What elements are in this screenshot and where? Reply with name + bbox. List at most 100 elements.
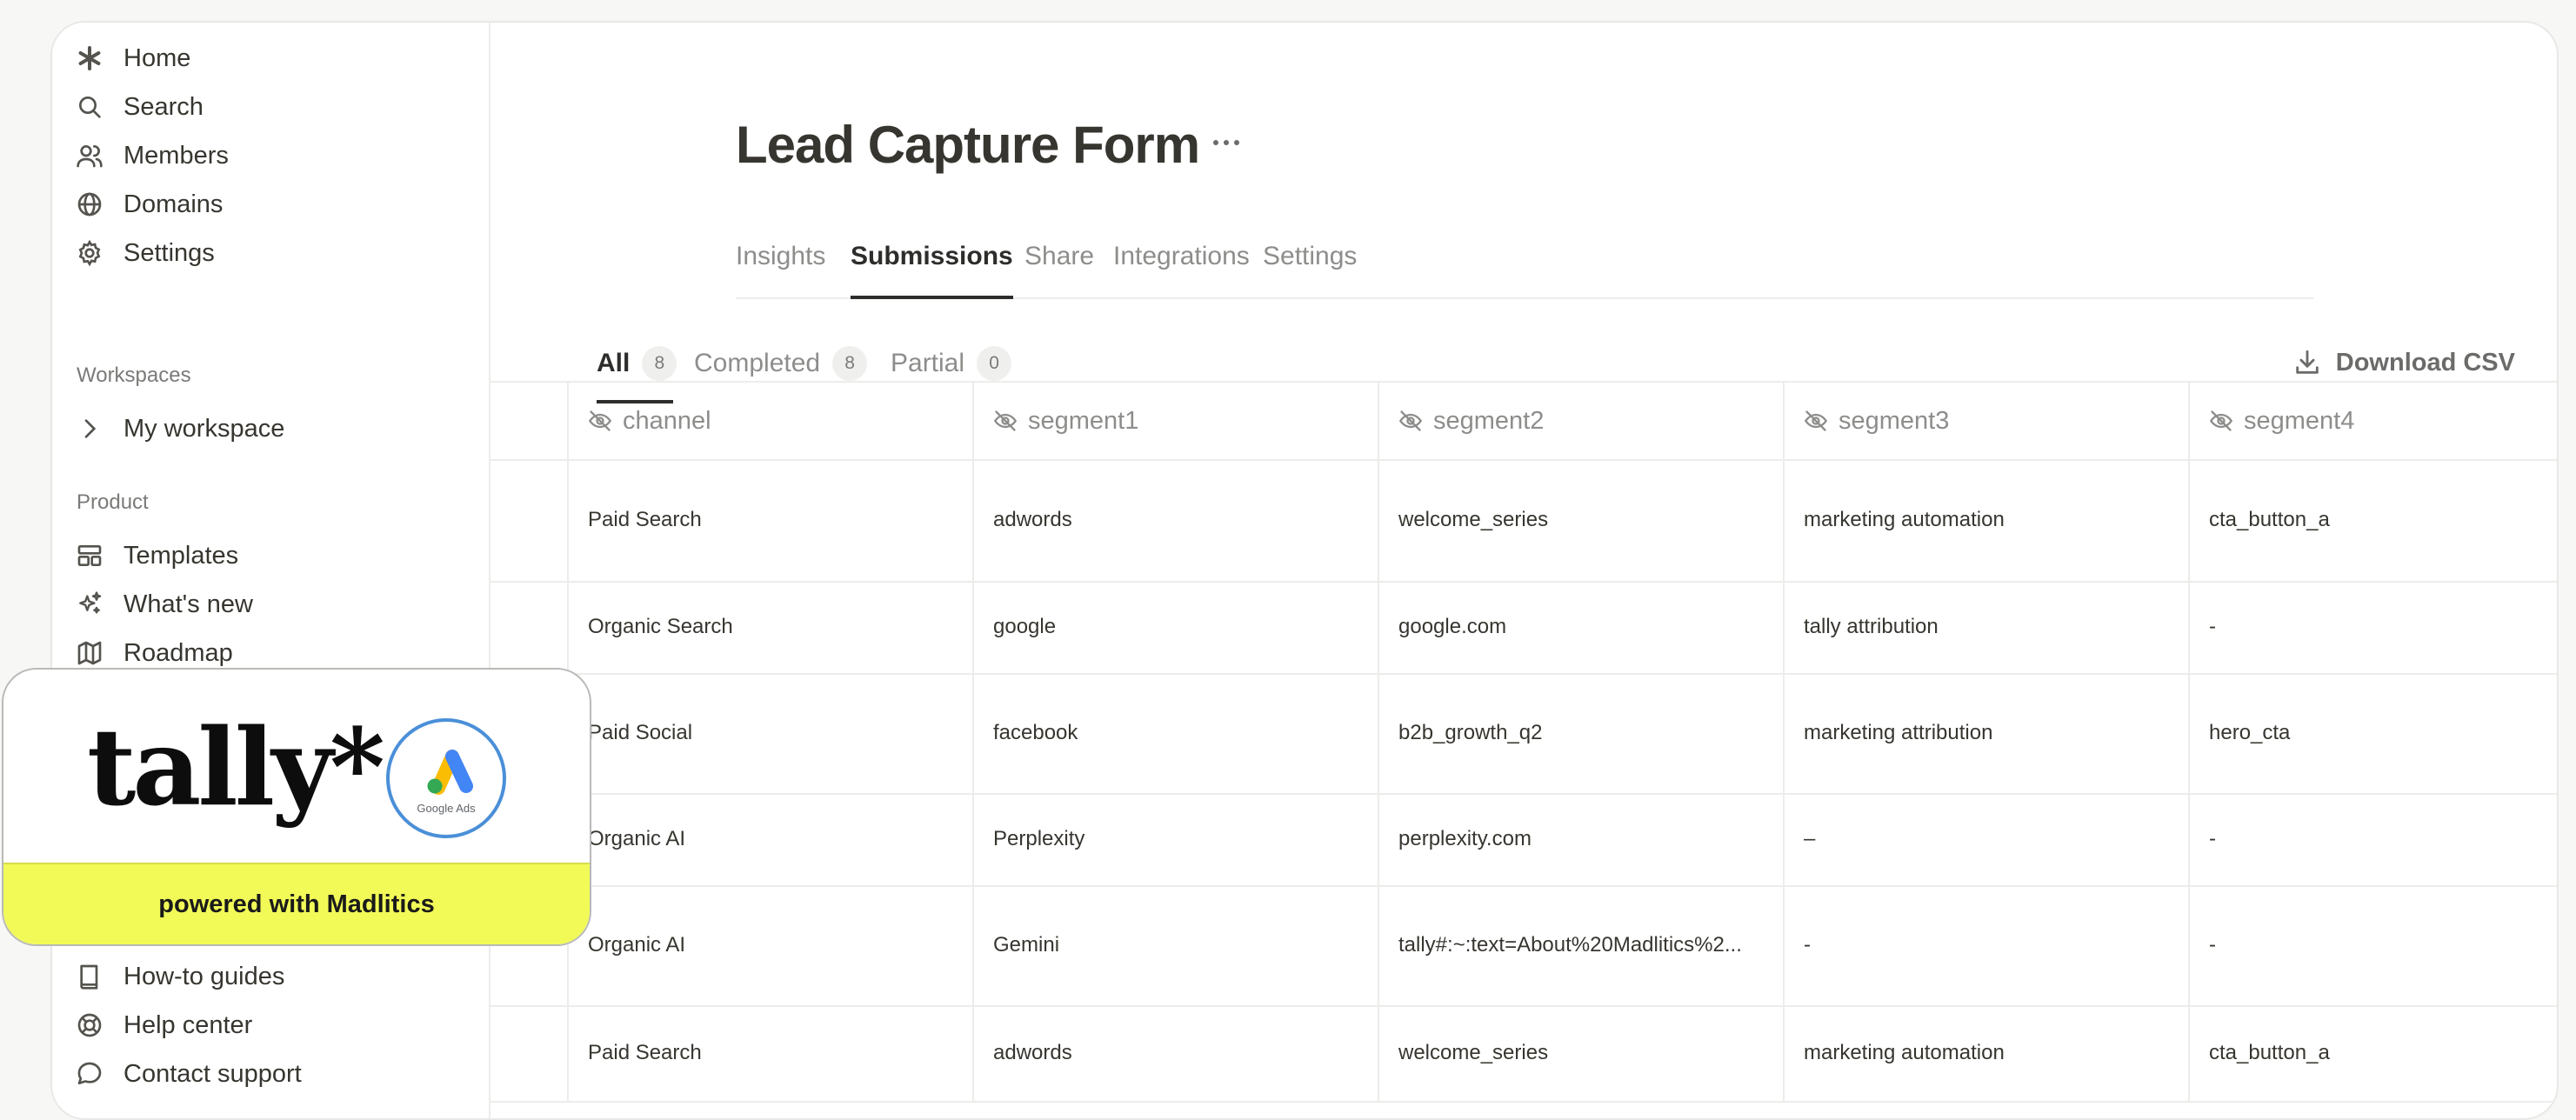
sidebar-item-label: Help center — [123, 1010, 253, 1039]
tab-integrations[interactable]: Integrations — [1113, 219, 1250, 296]
filter-tab-label: Partial — [891, 349, 965, 377]
cell-segment4[interactable]: cta_button_a — [2188, 459, 2557, 581]
cell-segment2[interactable]: b2b_growth_q2 — [1378, 673, 1783, 793]
cell-segment1[interactable]: google — [972, 581, 1378, 673]
cell-channel[interactable]: Paid Social — [567, 673, 972, 793]
sidebar-item-label: Settings — [123, 238, 215, 267]
column-header-segment4[interactable]: segment4 — [2188, 383, 2557, 459]
download-icon — [2296, 350, 2319, 374]
table-row[interactable]: Organic AI Perplexity perplexity.com – - — [491, 793, 2557, 887]
cell-channel[interactable]: Organic AI — [567, 885, 972, 1005]
workspaces-section-label: Workspaces — [77, 363, 191, 387]
cell-channel[interactable]: Paid Search — [567, 459, 972, 581]
cell-segment2[interactable]: tally#:~:text=About%20Madlitics%2... — [1378, 885, 1783, 1005]
count-badge: 0 — [977, 346, 1012, 381]
lifebuoy-icon — [75, 1010, 104, 1040]
cell-channel[interactable]: Organic AI — [567, 793, 972, 885]
sidebar-item-label: Search — [123, 92, 204, 121]
cell-segment3[interactable]: tally attribution — [1783, 581, 2188, 673]
cell-segment1[interactable]: Perplexity — [972, 793, 1378, 885]
book-icon — [75, 962, 104, 991]
sidebar-item-whats-new[interactable]: What's new — [75, 583, 253, 626]
cell-segment1[interactable]: facebook — [972, 673, 1378, 793]
cell-segment1[interactable]: adwords — [972, 459, 1378, 581]
sidebar-item-label: Home — [123, 43, 191, 72]
sidebar-item-members[interactable]: Members — [75, 134, 229, 177]
sidebar-item-label: What's new — [123, 590, 253, 618]
table-row[interactable]: Organic AI Gemini tally#:~:text=About%20… — [491, 885, 2557, 1007]
powered-by-footer: powered with Madlitics — [3, 863, 590, 944]
filter-tab-completed[interactable]: Completed 8 — [694, 346, 868, 381]
filter-tab-partial[interactable]: Partial 0 — [891, 346, 1012, 381]
filter-tab-label: All — [597, 349, 631, 377]
column-header-segment3[interactable]: segment3 — [1783, 383, 2188, 459]
table-row[interactable]: Organic Search google google.com tally a… — [491, 581, 2557, 675]
templates-icon — [75, 541, 104, 570]
cell-segment3[interactable]: marketing automation — [1783, 459, 2188, 581]
cell-segment2[interactable]: perplexity.com — [1378, 793, 1783, 885]
sidebar-item-settings[interactable]: Settings — [75, 231, 215, 275]
tab-submissions[interactable]: Submissions — [851, 219, 1013, 299]
app-window: Home Search Members Domains Settings Wor… — [50, 21, 2559, 1120]
cell-channel[interactable]: Organic Search — [567, 581, 972, 673]
sidebar-item-contact-support[interactable]: Contact support — [75, 1052, 302, 1096]
cell-segment3[interactable]: marketing attribution — [1783, 673, 2188, 793]
column-header-segment2[interactable]: segment2 — [1378, 383, 1783, 459]
sidebar-item-help-center[interactable]: Help center — [75, 1003, 252, 1047]
sidebar-item-label: Contact support — [123, 1059, 302, 1088]
download-csv-label: Download CSV — [2335, 348, 2515, 377]
asterisk-icon — [75, 43, 104, 73]
main-content: Lead Capture Form Insights Submissions S… — [491, 23, 2557, 1118]
cell-segment3[interactable]: – — [1783, 793, 2188, 885]
sidebar-item-my-workspace[interactable]: My workspace — [75, 407, 284, 450]
table-row[interactable]: Paid Search adwords welcome_series marke… — [491, 1005, 2557, 1103]
download-csv-button[interactable]: Download CSV — [2292, 348, 2515, 377]
sidebar-item-label: Members — [123, 141, 229, 170]
cell-segment4[interactable]: - — [2188, 793, 2557, 885]
column-header-label: segment1 — [1028, 406, 1139, 435]
column-header-label: segment4 — [2244, 406, 2355, 435]
count-badge: 8 — [642, 346, 677, 381]
sidebar-item-label: How-to guides — [123, 962, 285, 990]
tab-share[interactable]: Share — [1024, 219, 1094, 296]
table-row[interactable]: Paid Search adwords welcome_series marke… — [491, 459, 2557, 583]
members-icon — [75, 141, 104, 170]
tab-settings[interactable]: Settings — [1263, 219, 1357, 296]
sidebar-item-label: Templates — [123, 541, 239, 570]
cell-segment1[interactable]: Gemini — [972, 885, 1378, 1005]
eye-off-icon — [588, 410, 612, 431]
sidebar-item-how-to-guides[interactable]: How-to guides — [75, 955, 284, 998]
map-icon — [75, 638, 104, 668]
sidebar-item-label: Roadmap — [123, 638, 233, 667]
filter-tab-all[interactable]: All 8 — [597, 346, 677, 381]
tab-insights[interactable]: Insights — [736, 219, 825, 296]
table-row[interactable]: Paid Social facebook b2b_growth_q2 marke… — [491, 673, 2557, 795]
count-badge: 8 — [832, 346, 868, 381]
sidebar: Home Search Members Domains Settings Wor… — [52, 23, 491, 1118]
table-header: channel segment1 segment2 segment3 segme… — [491, 383, 2557, 461]
sidebar-item-home[interactable]: Home — [75, 37, 190, 80]
cell-segment4[interactable]: - — [2188, 885, 2557, 1005]
chevron-right-icon[interactable] — [75, 414, 104, 443]
column-header-segment1[interactable]: segment1 — [972, 383, 1378, 459]
search-icon — [75, 92, 104, 122]
sidebar-item-label: My workspace — [123, 414, 285, 443]
cell-segment2[interactable]: google.com — [1378, 581, 1783, 673]
sidebar-item-templates[interactable]: Templates — [75, 534, 238, 577]
submissions-table: channel segment1 segment2 segment3 segme… — [491, 381, 2557, 1103]
page-title: Lead Capture Form — [736, 116, 1200, 174]
filter-tab-label: Completed — [694, 349, 821, 377]
eye-off-icon — [2209, 410, 2233, 431]
sidebar-item-domains[interactable]: Domains — [75, 183, 223, 226]
row-gutter-cell — [491, 581, 567, 673]
column-header-channel[interactable]: channel — [567, 383, 972, 459]
google-ads-icon — [427, 750, 473, 795]
cell-segment3[interactable]: - — [1783, 885, 2188, 1005]
sidebar-item-search[interactable]: Search — [75, 85, 204, 129]
tally-logo: tally* — [87, 704, 385, 830]
cell-segment4[interactable]: hero_cta — [2188, 673, 2557, 793]
product-section-label: Product — [77, 490, 149, 514]
cell-segment2[interactable]: welcome_series — [1378, 459, 1783, 581]
cell-segment4[interactable]: - — [2188, 581, 2557, 673]
more-options-icon[interactable] — [1209, 132, 1244, 153]
